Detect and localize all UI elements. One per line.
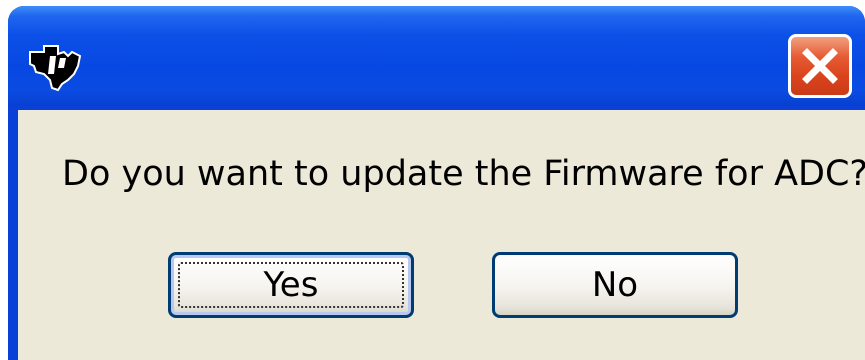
texas-instruments-logo-icon — [29, 45, 82, 92]
dialog-window: Do you want to update the Firmware for A… — [8, 6, 865, 360]
dialog-body: Do you want to update the Firmware for A… — [18, 110, 865, 360]
yes-button[interactable]: Yes — [168, 252, 414, 318]
close-icon — [802, 48, 838, 84]
no-button[interactable]: No — [492, 252, 738, 318]
dialog-message: Do you want to update the Firmware for A… — [62, 154, 865, 194]
title-bar[interactable] — [8, 6, 865, 106]
close-button[interactable] — [788, 34, 852, 98]
yes-button-label: Yes — [263, 265, 319, 305]
no-button-label: No — [591, 265, 639, 305]
